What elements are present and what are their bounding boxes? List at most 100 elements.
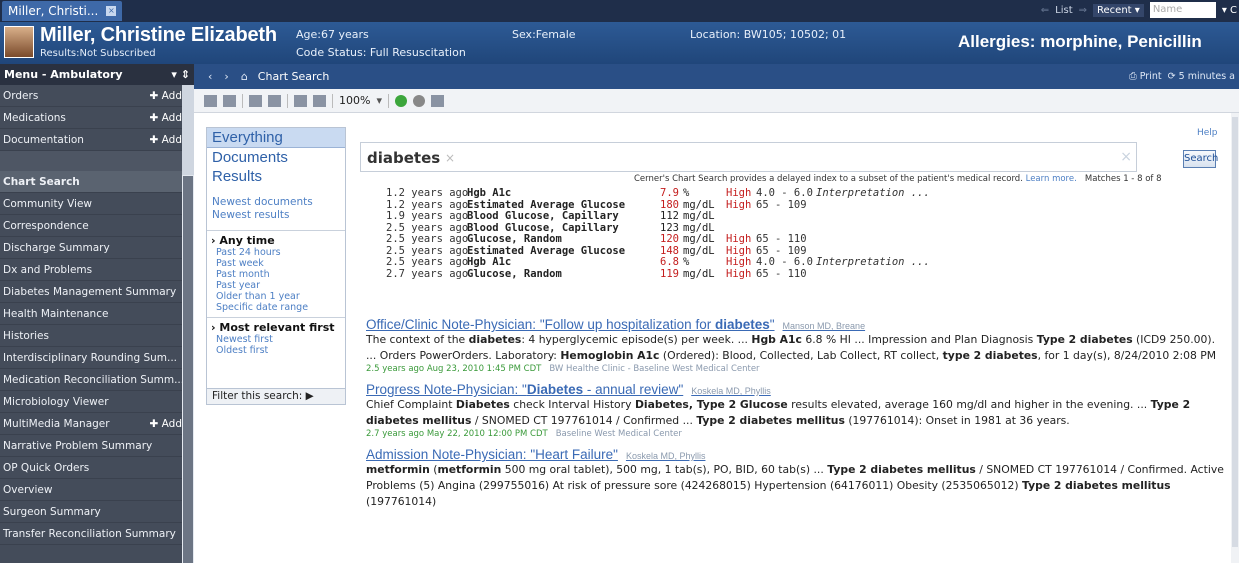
lab-result-row[interactable]: 1.9 years ago Blood Glucose, Capillary 112… [386, 210, 946, 223]
content-scroll-thumb[interactable] [1232, 117, 1238, 547]
lab-result-row[interactable]: 1.2 years ago Hgb A1c 7.9% High 4.0 - 6.0 Int… [386, 187, 946, 200]
sidebar-item[interactable]: Microbiology Viewer [0, 391, 194, 413]
document-title-link[interactable]: Admission Note-Physician: "Heart Failure… [366, 447, 1224, 462]
sidebar-scroll-thumb[interactable] [182, 175, 194, 563]
sidebar-item-label: OP Quick Orders [3, 462, 90, 474]
zoom-out-icon[interactable] [313, 94, 326, 107]
time-option[interactable]: Past month [207, 269, 345, 280]
learn-more-link[interactable]: Learn more. [1026, 174, 1077, 184]
sidebar-item-label: Histories [3, 330, 49, 342]
menu-list: Chart Search Community View Correspondence… [0, 171, 194, 545]
sidebar-item[interactable]: Diabetes Management Summary [0, 281, 194, 303]
time-option[interactable]: Older than 1 year [207, 291, 345, 302]
list-button[interactable]: List [1055, 5, 1072, 16]
sidebar-item-label: Surgeon Summary [3, 506, 101, 518]
zoom-dropdown-icon[interactable]: ▾ [376, 94, 382, 107]
result-flag: High [726, 256, 752, 268]
home-toolbar-icon[interactable] [430, 94, 444, 107]
category-everything[interactable]: Everything [207, 128, 345, 148]
back-icon[interactable]: ‹ [208, 70, 212, 83]
arrow-right-icon[interactable]: ⇒ [1079, 5, 1087, 16]
chart-search-content: Everything Documents Results Newest docume… [194, 113, 1239, 563]
relevance-header[interactable]: › Most relevant first [207, 321, 345, 334]
result-value: 112 [660, 210, 679, 222]
sidebar-item[interactable]: Dx and Problems [0, 259, 194, 281]
document-title-link[interactable]: Office/Clinic Note-Physician: "Follow up… [366, 317, 1224, 332]
time-filter-header[interactable]: › Any time [207, 234, 345, 247]
search-box[interactable]: diabetes × × [360, 142, 1137, 172]
document-icon[interactable] [223, 94, 236, 107]
lab-result-row[interactable]: 2.5 years ago Hgb A1c 6.8% High 4.0 - 6.0 Int… [386, 256, 946, 269]
sidebar-item[interactable]: OP Quick Orders [0, 457, 194, 479]
home-icon[interactable]: ⌂ [241, 70, 248, 83]
sidebar-item[interactable]: Health Maintenance [0, 303, 194, 325]
time-option[interactable]: Specific date range [207, 302, 345, 313]
patient-name-search-input[interactable]: Name [1149, 2, 1216, 18]
refresh-button[interactable]: ⟳ 5 minutes a [1168, 71, 1235, 82]
sidebar-item-label: Diabetes Management Summary [3, 286, 177, 298]
go-icon[interactable] [394, 94, 407, 107]
sidebar-scrollbar[interactable] [182, 85, 194, 563]
content-scrollbar[interactable] [1231, 113, 1239, 563]
sidebar-item[interactable]: Correspondence [0, 215, 194, 237]
print-preview-icon[interactable] [249, 94, 262, 107]
sidebar-item-label: Community View [3, 198, 93, 210]
patient-tab-label: Miller, Christi... [8, 4, 99, 18]
sidebar-item[interactable]: Chart Search [0, 171, 194, 193]
recent-button[interactable]: Recent ▾ [1093, 3, 1144, 17]
sidebar-item[interactable]: Community View [0, 193, 194, 215]
category-results[interactable]: Results [207, 167, 345, 186]
help-link[interactable]: Help [1197, 128, 1218, 138]
remove-term-icon[interactable]: × [445, 151, 455, 165]
result-name: Blood Glucose, Capillary [467, 210, 619, 222]
lab-result-row[interactable]: 2.7 years ago Glucose, Random 119 mg/dL High… [386, 267, 946, 281]
sort-link[interactable]: Newest results [207, 209, 345, 222]
category-documents[interactable]: Documents [207, 148, 345, 167]
result-flag: High [726, 198, 752, 211]
result-flag [726, 211, 756, 223]
result-value: 120 [660, 233, 679, 245]
toolbar-divider [387, 93, 389, 108]
sidebar-item[interactable]: MultiMedia Manager ✚ Add [0, 413, 194, 435]
plus-icon: ✚ [149, 418, 162, 430]
stop-icon[interactable] [412, 94, 425, 107]
sidebar-item[interactable]: Orders ✚ Add [0, 85, 194, 107]
toolbar-divider [332, 93, 333, 108]
time-option[interactable]: Past year [207, 280, 345, 291]
window-controls[interactable]: ▾ C [1222, 5, 1239, 16]
binoculars-icon[interactable] [204, 94, 217, 107]
sidebar-item[interactable]: Histories [0, 325, 194, 347]
arrow-left-icon[interactable]: ⇐ [1041, 5, 1049, 16]
result-unit: mg/dL [683, 267, 715, 280]
print-button[interactable]: ⎙ Print [1129, 71, 1161, 82]
sidebar-item[interactable]: Transfer Reconciliation Summary [0, 523, 194, 545]
sort-link[interactable]: Newest documents [207, 196, 345, 209]
relevance-option[interactable]: Oldest first [207, 345, 345, 356]
zoom-level[interactable]: 100% [339, 94, 370, 107]
sidebar-item[interactable]: Discharge Summary [0, 237, 194, 259]
time-option[interactable]: Past week [207, 258, 345, 269]
zoom-in-icon[interactable] [294, 94, 307, 107]
sidebar-item[interactable]: Surgeon Summary [0, 501, 194, 523]
sidebar-item[interactable]: Overview [0, 479, 194, 501]
lab-result-row[interactable]: 2.5 years ago Glucose, Random 120 mg/dL High… [386, 233, 946, 246]
sidebar-item[interactable]: Interdisciplinary Rounding Sum... [0, 347, 194, 369]
print-icon[interactable] [268, 94, 281, 107]
search-button[interactable]: Search [1183, 150, 1218, 168]
sidebar-item[interactable]: Narrative Problem Summary [0, 435, 194, 457]
relevance-option[interactable]: Newest first [207, 334, 345, 345]
menu-header-icons[interactable]: ▾ ⇕ [171, 68, 190, 81]
plus-icon: ✚ [149, 90, 162, 102]
clear-search-icon[interactable]: × [1120, 149, 1132, 165]
sidebar-item[interactable]: Medication Reconciliation Summ... [0, 369, 194, 391]
sidebar-item[interactable]: Medications ✚ Add [0, 107, 194, 129]
filter-this-search[interactable]: Filter this search: ▶ [207, 388, 345, 404]
sidebar-item[interactable]: Documentation ✚ Add [0, 129, 194, 151]
forward-icon[interactable]: › [224, 70, 228, 83]
patient-tab[interactable]: Miller, Christi... × [2, 1, 123, 21]
close-icon[interactable]: × [106, 6, 117, 16]
recent-label: Recent [1097, 4, 1132, 16]
time-option[interactable]: Past 24 hours [207, 247, 345, 258]
document-title-link[interactable]: Progress Note-Physician: "Diabetes - ann… [366, 382, 1224, 397]
menu-header[interactable]: Menu - Ambulatory ▾ ⇕ [0, 64, 194, 85]
